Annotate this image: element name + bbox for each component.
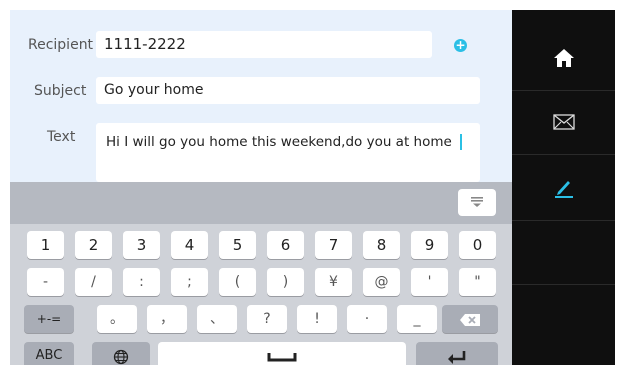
key-apostrophe[interactable]: ' xyxy=(411,268,448,296)
key-8[interactable]: 8 xyxy=(363,231,400,259)
key-cjk-enum-comma[interactable]: 、 xyxy=(197,305,237,333)
space-bar-icon[interactable] xyxy=(158,342,406,365)
sidebar xyxy=(512,10,615,365)
space-bar-glyph xyxy=(267,352,297,361)
key-2[interactable]: 2 xyxy=(75,231,112,259)
keyboard-collapse-icon[interactable] xyxy=(458,189,496,216)
key-4[interactable]: 4 xyxy=(171,231,208,259)
sidebar-divider xyxy=(512,154,615,155)
key-colon[interactable]: : xyxy=(123,268,160,296)
key-at[interactable]: @ xyxy=(363,268,400,296)
key-symbols-toggle[interactable]: +-= xyxy=(24,305,74,333)
key-5[interactable]: 5 xyxy=(219,231,256,259)
text-cursor xyxy=(459,134,462,150)
key-underscore[interactable]: _ xyxy=(397,305,437,333)
globe-glyph xyxy=(113,349,129,364)
key-cjk-comma[interactable]: ， xyxy=(147,305,187,333)
subject-label: Subject xyxy=(34,83,87,99)
enter-icon[interactable] xyxy=(416,342,498,365)
recipient-label: Recipient xyxy=(28,37,94,53)
mail-icon xyxy=(553,114,575,130)
nav-mail[interactable] xyxy=(512,92,615,156)
key-cjk-period[interactable]: 。 xyxy=(97,305,137,333)
key-exclamation[interactable]: ! xyxy=(297,305,337,333)
sidebar-divider xyxy=(512,220,615,221)
keyboard-collapse-glyph xyxy=(471,197,483,207)
key-0[interactable]: 0 xyxy=(459,231,496,259)
key-question[interactable]: ? xyxy=(247,305,287,333)
nav-home[interactable] xyxy=(512,25,615,89)
key-yen[interactable]: ¥ xyxy=(315,268,352,296)
key-6[interactable]: 6 xyxy=(267,231,304,259)
key-semicolon[interactable]: ; xyxy=(171,268,208,296)
pencil-icon xyxy=(555,181,573,198)
subject-input[interactable]: Go your home xyxy=(96,77,480,104)
sidebar-divider xyxy=(512,284,615,285)
text-label: Text xyxy=(47,129,76,145)
plus-circle-icon[interactable]: + xyxy=(454,39,467,52)
key-9[interactable]: 9 xyxy=(411,231,448,259)
key-middle-dot[interactable]: · xyxy=(347,305,387,333)
key-open-paren[interactable]: ( xyxy=(219,268,256,296)
compose-form: Recipient 1111-2222 + Subject Go your ho… xyxy=(10,10,512,182)
home-icon xyxy=(554,49,574,67)
on-screen-keyboard: 1 2 3 4 5 6 7 8 9 0 - / : ; ( ) ¥ @ ' " … xyxy=(10,182,512,365)
nav-compose[interactable] xyxy=(512,156,615,220)
key-abc[interactable]: ABC xyxy=(24,342,74,365)
recipient-input[interactable]: 1111-2222 xyxy=(96,31,432,58)
globe-icon[interactable] xyxy=(92,342,150,365)
sidebar-divider xyxy=(512,90,615,91)
key-7[interactable]: 7 xyxy=(315,231,352,259)
key-1[interactable]: 1 xyxy=(27,231,64,259)
backspace-icon[interactable] xyxy=(442,305,498,333)
key-hyphen[interactable]: - xyxy=(27,268,64,296)
key-close-paren[interactable]: ) xyxy=(267,268,304,296)
enter-glyph xyxy=(448,350,466,364)
message-textarea[interactable]: Hi I will go you home this weekend,do yo… xyxy=(96,123,480,182)
sms-compose-screen: Recipient 1111-2222 + Subject Go your ho… xyxy=(10,10,615,365)
key-quote[interactable]: " xyxy=(459,268,496,296)
key-3[interactable]: 3 xyxy=(123,231,160,259)
backspace-glyph xyxy=(460,313,480,326)
keyboard-toolbar xyxy=(10,182,512,224)
message-text: Hi I will go you home this weekend,do yo… xyxy=(106,134,452,150)
key-slash[interactable]: / xyxy=(75,268,112,296)
